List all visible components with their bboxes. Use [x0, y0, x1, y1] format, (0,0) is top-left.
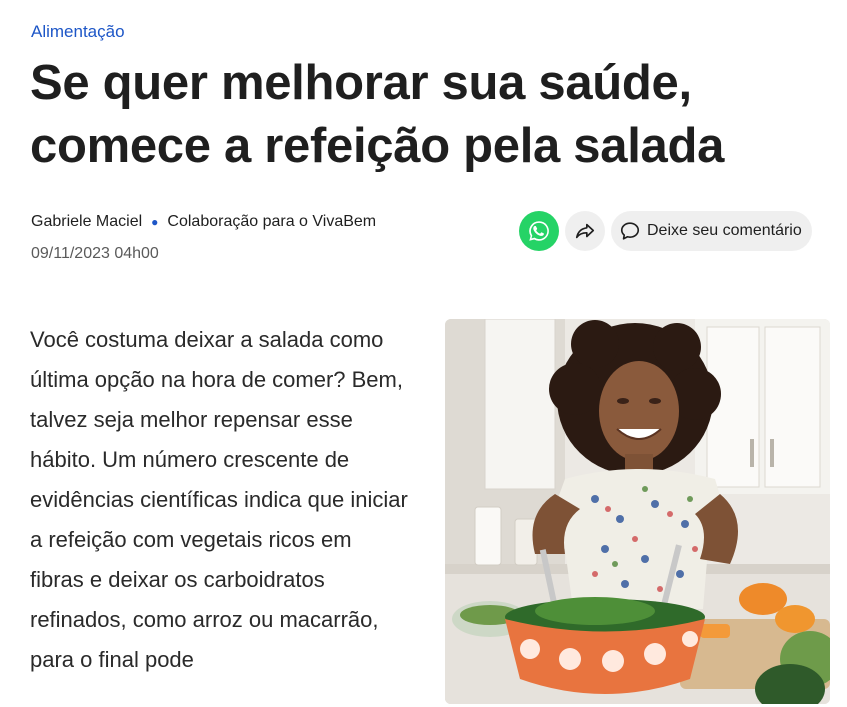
speech-bubble-icon	[620, 222, 640, 240]
share-actions: Deixe seu comentário	[519, 211, 812, 251]
article-photo	[445, 319, 830, 704]
article-title: Se quer melhorar sua saúde, comece a ref…	[30, 56, 725, 173]
author-name[interactable]: Gabriele Maciel	[31, 212, 142, 232]
share-button[interactable]	[565, 211, 605, 251]
share-arrow-icon	[575, 223, 595, 239]
comment-label: Deixe seu comentário	[647, 222, 802, 239]
woman-preparing-salad-illustration	[445, 319, 830, 704]
category-link[interactable]: Alimentação	[31, 22, 125, 42]
collaboration-label: Colaboração para o VivaBem	[167, 213, 377, 230]
separator-dot: ●	[151, 215, 159, 229]
article-body: Você costuma deixar a salada como última…	[30, 327, 408, 672]
whatsapp-icon	[529, 221, 549, 241]
byline: Gabriele Maciel ● Colaboração para o Viv…	[31, 212, 376, 232]
comment-button[interactable]: Deixe seu comentário	[611, 211, 812, 251]
publish-date: 09/11/2023 04h00	[31, 245, 159, 262]
whatsapp-share-button[interactable]	[519, 211, 559, 251]
